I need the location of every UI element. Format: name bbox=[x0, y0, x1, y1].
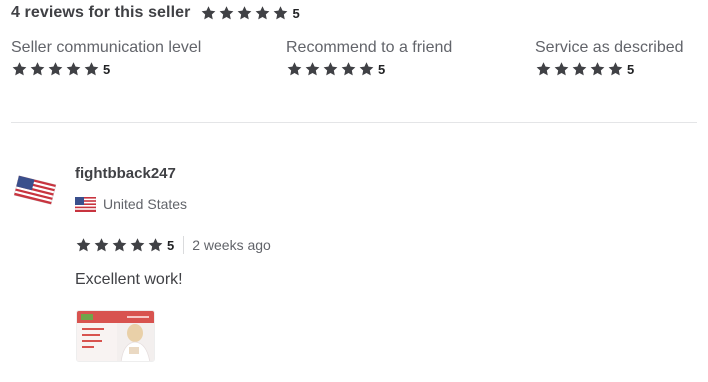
breakdown-rating: 5 bbox=[535, 61, 684, 77]
overall-rating-score: 5 bbox=[292, 5, 300, 21]
star-icon bbox=[147, 237, 164, 253]
star-rating bbox=[535, 61, 624, 77]
breakdown-score: 5 bbox=[378, 61, 386, 77]
star-icon bbox=[200, 5, 217, 21]
breakdown-score: 5 bbox=[627, 61, 635, 77]
breakdown-rating: 5 bbox=[286, 61, 452, 77]
star-icon bbox=[111, 237, 128, 253]
star-icon bbox=[83, 61, 100, 77]
star-icon bbox=[218, 5, 235, 21]
breakdown-score: 5 bbox=[103, 61, 111, 77]
reviews-title: 4 reviews for this seller bbox=[11, 4, 191, 21]
breakdown-item-service: Service as described 5 bbox=[535, 38, 684, 77]
star-icon bbox=[11, 61, 28, 77]
overall-star-rating bbox=[200, 5, 289, 21]
star-icon bbox=[607, 61, 624, 77]
star-icon bbox=[340, 61, 357, 77]
breakdown-item-communication: Seller communication level 5 bbox=[11, 38, 201, 77]
review-attachment-thumbnail[interactable] bbox=[76, 310, 155, 362]
star-icon bbox=[47, 61, 64, 77]
star-icon bbox=[358, 61, 375, 77]
star-icon bbox=[254, 5, 271, 21]
section-divider bbox=[11, 122, 697, 123]
review-text: Excellent work! bbox=[75, 271, 183, 288]
star-icon bbox=[553, 61, 570, 77]
star-icon bbox=[322, 61, 339, 77]
reviewer-avatar[interactable] bbox=[13, 173, 57, 207]
country-name: United States bbox=[103, 196, 188, 212]
star-icon bbox=[286, 61, 303, 77]
reviewer-country: United States bbox=[75, 194, 187, 214]
star-icon bbox=[304, 61, 321, 77]
star-icon bbox=[129, 237, 146, 253]
review-time: 2 weeks ago bbox=[192, 237, 271, 253]
reviewer-username[interactable]: fightbback247 bbox=[75, 164, 176, 184]
star-icon bbox=[93, 237, 110, 253]
star-icon bbox=[75, 237, 92, 253]
star-icon bbox=[535, 61, 552, 77]
separator bbox=[183, 236, 185, 254]
reviews-header: 4 reviews for this seller 5 bbox=[11, 2, 300, 24]
star-icon bbox=[589, 61, 606, 77]
star-icon bbox=[571, 61, 588, 77]
star-rating bbox=[286, 61, 375, 77]
breakdown-rating: 5 bbox=[11, 61, 201, 77]
breakdown-item-recommend: Recommend to a friend 5 bbox=[286, 38, 452, 77]
breakdown-label: Recommend to a friend bbox=[286, 39, 453, 56]
breakdown-label: Service as described bbox=[535, 39, 684, 56]
star-icon bbox=[29, 61, 46, 77]
star-rating bbox=[11, 61, 100, 77]
review-score: 5 bbox=[167, 237, 175, 253]
star-icon bbox=[65, 61, 82, 77]
review-rating-row: 5 2 weeks ago bbox=[75, 235, 271, 255]
star-icon bbox=[236, 5, 253, 21]
us-flag-icon bbox=[75, 196, 96, 212]
breakdown-label: Seller communication level bbox=[11, 39, 202, 56]
review-star-rating bbox=[75, 237, 164, 253]
star-icon bbox=[272, 5, 289, 21]
